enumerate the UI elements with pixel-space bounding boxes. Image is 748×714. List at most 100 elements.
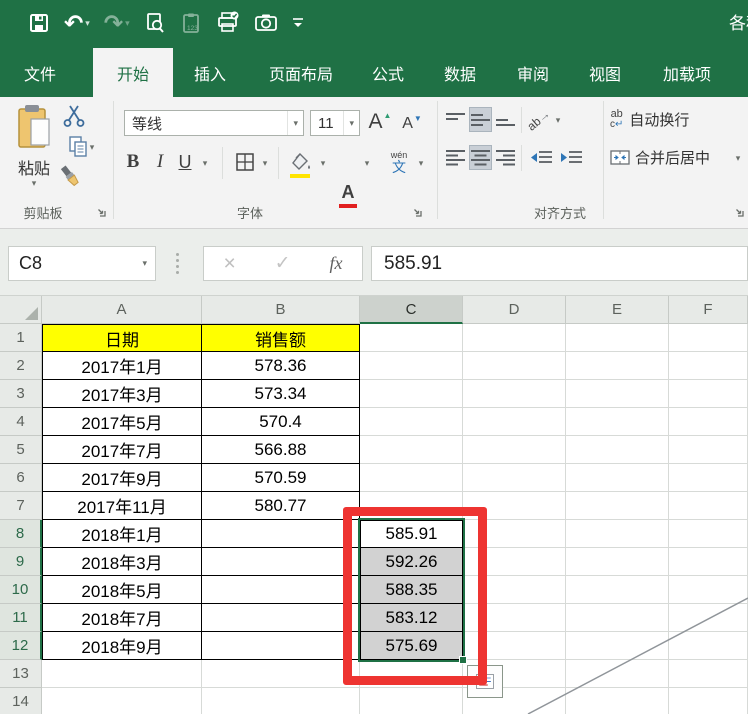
underline-dropdown[interactable]: ▾ — [198, 153, 212, 173]
cell-e4[interactable] — [566, 408, 669, 436]
cell-d4[interactable] — [463, 408, 566, 436]
cell-d2[interactable] — [463, 352, 566, 380]
col-header-d[interactable]: D — [463, 296, 566, 324]
cell-e14[interactable] — [566, 688, 669, 714]
align-bottom-button[interactable] — [494, 107, 517, 132]
cell-a5[interactable]: 2017年7月 — [42, 436, 202, 464]
name-box[interactable]: C8 ▾ — [8, 246, 156, 281]
borders-button[interactable] — [232, 149, 258, 175]
cell-c12[interactable]: 575.69 — [360, 632, 463, 660]
cell-a6[interactable]: 2017年9月 — [42, 464, 202, 492]
row-header-6[interactable]: 6 — [0, 464, 42, 492]
cell-d3[interactable] — [463, 380, 566, 408]
cell-b6[interactable]: 570.59 — [202, 464, 360, 492]
row-header-4[interactable]: 4 — [0, 408, 42, 436]
row-header-10[interactable]: 10 — [0, 576, 42, 604]
row-header-5[interactable]: 5 — [0, 436, 42, 464]
cell-b14[interactable] — [202, 688, 360, 714]
cell-f3[interactable] — [669, 380, 748, 408]
font-size-combo[interactable]: 11 ▾ — [310, 110, 360, 136]
format-painter-button[interactable] — [52, 161, 88, 191]
phonetic-button[interactable]: wén 文 — [384, 145, 414, 179]
formula-input[interactable]: 585.91 — [371, 246, 748, 281]
cell-b12[interactable] — [202, 632, 360, 660]
cell-d8[interactable] — [463, 520, 566, 548]
cell-f7[interactable] — [669, 492, 748, 520]
cell-b13[interactable] — [202, 660, 360, 688]
customize-qat-button[interactable] — [292, 16, 304, 30]
cell-c11[interactable]: 583.12 — [360, 604, 463, 632]
font-dialog-launcher[interactable] — [412, 205, 423, 217]
tab-home[interactable]: 开始 — [93, 48, 173, 97]
row-header-1[interactable]: 1 — [0, 324, 42, 352]
borders-dropdown[interactable]: ▾ — [258, 153, 272, 173]
align-right-button[interactable] — [494, 145, 517, 170]
cell-e5[interactable] — [566, 436, 669, 464]
wrap-text-button[interactable]: ab c↵ 自动换行 — [610, 105, 748, 133]
cell-f1[interactable] — [669, 324, 748, 352]
orientation-dropdown[interactable]: ▾ — [551, 111, 565, 129]
orientation-button[interactable]: ab→ — [525, 106, 553, 133]
enter-button[interactable]: ✓ — [275, 252, 291, 275]
decrease-indent-button[interactable] — [528, 145, 554, 170]
tab-review[interactable]: 审阅 — [503, 48, 563, 97]
cell-d7[interactable] — [463, 492, 566, 520]
col-header-f[interactable]: F — [669, 296, 748, 324]
undo-button[interactable]: ↶ ▾ — [64, 12, 90, 35]
cell-b8[interactable] — [202, 520, 360, 548]
cell-f4[interactable] — [669, 408, 748, 436]
row-header-3[interactable]: 3 — [0, 380, 42, 408]
row-header-2[interactable]: 2 — [0, 352, 42, 380]
align-dialog-launcher[interactable] — [734, 205, 745, 217]
cell-c1[interactable] — [360, 324, 463, 352]
fill-handle[interactable] — [459, 656, 467, 664]
cell-e9[interactable] — [566, 548, 669, 576]
cell-b4[interactable]: 570.4 — [202, 408, 360, 436]
cell-c2[interactable] — [360, 352, 463, 380]
cell-e8[interactable] — [566, 520, 669, 548]
cell-c9[interactable]: 592.26 — [360, 548, 463, 576]
cancel-button[interactable]: × — [223, 252, 235, 276]
align-center-button[interactable] — [469, 145, 492, 170]
cell-f11[interactable] — [669, 604, 748, 632]
cell-a8[interactable]: 2018年1月 — [42, 520, 202, 548]
cell-e7[interactable] — [566, 492, 669, 520]
cell-a7[interactable]: 2017年11月 — [42, 492, 202, 520]
tab-file[interactable]: 文件 — [12, 48, 68, 97]
cell-d12[interactable] — [463, 632, 566, 660]
cell-a9[interactable]: 2018年3月 — [42, 548, 202, 576]
cell-c14[interactable] — [360, 688, 463, 714]
decrease-font-button[interactable]: A ▼ — [398, 110, 426, 137]
cell-e10[interactable] — [566, 576, 669, 604]
cell-c10[interactable]: 588.35 — [360, 576, 463, 604]
tab-formulas[interactable]: 公式 — [358, 48, 418, 97]
bold-button[interactable]: B — [122, 147, 144, 177]
cell-e11[interactable] — [566, 604, 669, 632]
redo-button[interactable]: ↷ ▾ — [104, 12, 130, 35]
clipboard-dialog-launcher[interactable] — [96, 205, 107, 217]
italic-button[interactable]: I — [150, 147, 170, 177]
cell-a11[interactable]: 2018年7月 — [42, 604, 202, 632]
cut-button[interactable] — [60, 103, 88, 129]
cell-f8[interactable] — [669, 520, 748, 548]
cell-d11[interactable] — [463, 604, 566, 632]
insert-function-button[interactable]: fx — [330, 253, 343, 274]
row-header-13[interactable]: 13 — [0, 660, 42, 688]
cell-e2[interactable] — [566, 352, 669, 380]
cell-a1[interactable]: 日期 — [42, 324, 202, 352]
cell-f10[interactable] — [669, 576, 748, 604]
autofill-options-button[interactable] — [467, 665, 503, 698]
cell-f13[interactable] — [669, 660, 748, 688]
col-header-c[interactable]: C — [360, 296, 463, 324]
tab-page-layout[interactable]: 页面布局 — [254, 48, 348, 97]
cell-f9[interactable] — [669, 548, 748, 576]
paste-values-button[interactable]: 123 — [180, 12, 202, 34]
cell-b3[interactable]: 573.34 — [202, 380, 360, 408]
cell-a13[interactable] — [42, 660, 202, 688]
cell-b11[interactable] — [202, 604, 360, 632]
cell-e13[interactable] — [566, 660, 669, 688]
row-header-11[interactable]: 11 — [0, 604, 42, 632]
align-top-button[interactable] — [444, 107, 467, 132]
print-preview-button[interactable] — [144, 12, 166, 34]
increase-font-button[interactable]: A ▲ — [366, 107, 394, 137]
